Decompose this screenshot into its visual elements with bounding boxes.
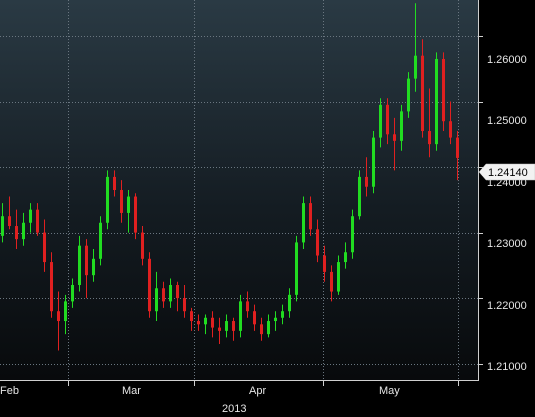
candle-body [260,324,263,335]
candle-body [253,311,256,325]
month-label-may: May [379,385,400,397]
candle-body [218,327,221,331]
candle-up [106,170,109,230]
candle-body [372,137,375,187]
y-tick-label: 1.23000 [487,238,527,250]
candle-up [372,131,375,194]
y-tick-label: 1.21000 [487,361,527,373]
candle-body [302,203,305,243]
candle-body [92,258,95,276]
candle-body [8,216,11,227]
candle-body [400,111,403,141]
candle-body [435,58,438,145]
candle-body [386,104,389,135]
candle-body [365,176,368,187]
candle-body [379,104,382,138]
candle-body [57,311,60,322]
candle-body [393,134,396,141]
y-tick-label: 1.25000 [487,115,527,127]
candle-body [344,252,347,263]
candle-body [113,176,116,190]
candle-body [239,301,242,331]
candle-body [407,78,410,112]
candle-up [407,72,410,118]
month-label-mar: Mar [122,385,141,397]
candle-up [358,170,361,220]
candle-body [162,288,165,302]
candle-body [295,242,298,295]
candle-body [421,55,424,132]
candle-up [99,216,102,266]
candle-body [183,298,186,312]
candle-body [449,121,452,138]
candle-up [435,52,438,151]
candle-body [414,55,417,79]
candle-body [71,285,74,302]
candle-down [442,52,445,132]
candle-body [428,131,431,145]
candle-body [274,317,277,322]
candle-body [148,258,151,312]
month-label-apr: Apr [249,385,266,397]
candle-body [337,262,340,292]
candle-body [120,190,123,213]
candle-body [43,232,46,263]
candle-body [288,294,291,312]
candlestick-chart: Feb Mar Apr May 2013 1.21000 1.22000 1.2… [0,0,535,417]
candle-body [330,271,333,292]
candle-down [134,193,137,240]
candle-body [323,255,326,272]
candle-body [309,203,312,230]
candle-up [351,209,354,259]
y-tick-label: 1.22000 [487,300,527,312]
year-label: 2013 [222,403,246,415]
candle-body [106,176,109,223]
candle-body [197,321,200,325]
candle-body [316,229,319,256]
candle-body [64,301,67,322]
candle-down [50,252,53,318]
last-price-tag: 1.24140 [478,163,535,181]
candle-body [211,317,214,328]
candle-body [78,245,81,285]
candle-body [281,311,284,318]
candle-body [225,321,228,331]
candle-body [232,321,235,331]
candle-body [99,222,102,259]
candle-body [190,311,193,322]
candle-body [267,321,270,335]
month-label-feb: Feb [0,385,19,397]
candle-body [442,58,445,122]
candle-body [1,216,4,236]
candle-body [22,222,25,240]
candle-body [456,137,459,158]
candle-body [358,176,361,217]
candle-body [50,262,53,312]
candle-body [155,288,158,312]
candle-body [204,317,207,325]
y-tick-label: 1.26000 [487,54,527,66]
candle-body [246,301,249,312]
candle-body [169,285,172,302]
candle-body [351,216,354,253]
candle-body [176,285,179,299]
candle-up [295,235,298,302]
candle-body [29,209,32,223]
candle-body [85,245,88,276]
candle-body [134,196,137,233]
last-price-label: 1.24140 [488,167,528,179]
candle-body [36,209,39,233]
candle-down [148,252,151,318]
candle-body [127,196,130,213]
candle-body [141,232,144,259]
candle-body [15,226,18,240]
candle-up [302,196,305,249]
